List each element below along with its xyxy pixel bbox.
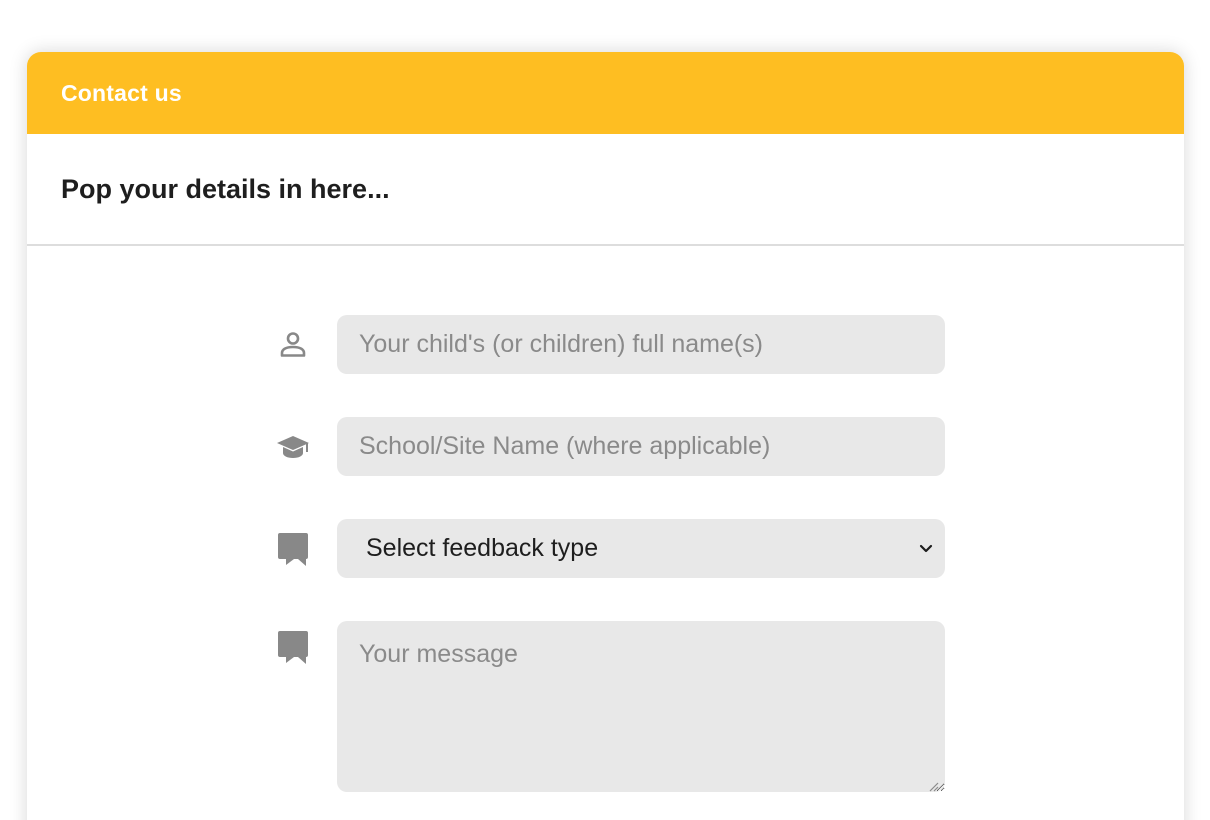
feedback-type-select[interactable]: Select feedback type [337,519,945,578]
card-header: Contact us [27,52,1184,134]
user-icon [273,325,313,365]
page: Contact us Pop your details in here... Y… [0,0,1210,820]
graduation-cap-icon [273,427,313,467]
comment-icon [273,529,313,569]
comment-icon [273,627,313,667]
school-name-input[interactable] [337,417,945,476]
school-name-row [273,417,945,476]
message-row [273,621,945,797]
feedback-type-selected: Select feedback type [366,534,599,562]
resize-grip-icon[interactable] [927,780,939,792]
card-subtitle: Pop your details in here... [61,173,390,204]
message-textarea[interactable] [337,621,945,792]
message-wrapper [337,621,945,797]
card-subheader: Pop your details in here... [27,134,1184,246]
contact-card: Contact us Pop your details in here... Y… [27,52,1184,820]
child-name-row [273,315,945,374]
child-name-input[interactable] [337,315,945,374]
feedback-type-row: Select feedback type [273,519,945,578]
chevron-down-icon [919,544,933,554]
card-header-title: Contact us [61,79,182,106]
